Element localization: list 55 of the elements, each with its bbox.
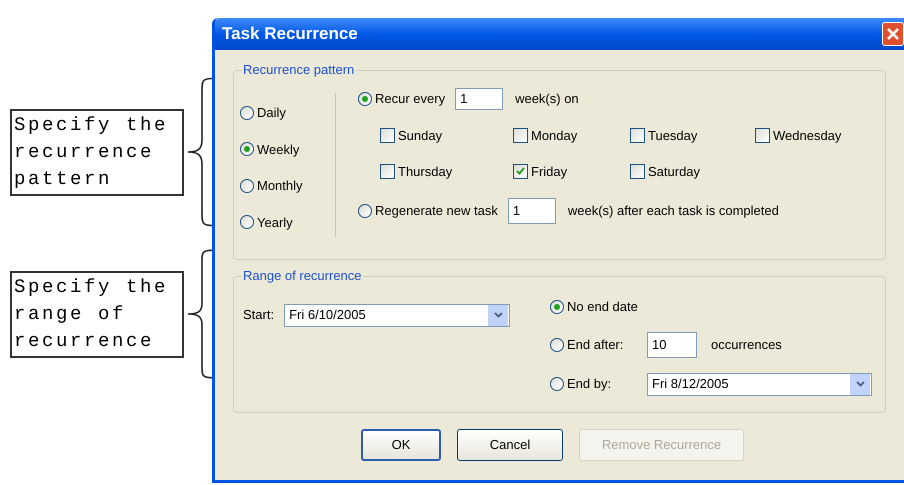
close-button[interactable]	[882, 22, 904, 46]
radio-button[interactable]	[240, 215, 254, 230]
group-legend: Recurrence pattern	[242, 62, 356, 78]
close-icon	[886, 27, 900, 41]
dropdown-button[interactable]	[488, 304, 508, 326]
dialog-button[interactable]: OK	[361, 429, 441, 461]
radio-label: End after:	[567, 336, 624, 354]
checkbox[interactable]	[630, 128, 645, 144]
checkbox[interactable]	[513, 164, 528, 179]
input-field[interactable]: 1	[508, 198, 556, 224]
label: Saturday	[648, 162, 700, 181]
label: Start:	[243, 306, 274, 324]
annotation-callout: Specify the range of recurrence	[10, 270, 184, 358]
radio-label: Recur every	[375, 90, 446, 108]
group-legend: Range of recurrence	[242, 268, 363, 284]
radio-button[interactable]	[240, 178, 254, 193]
radio-button[interactable]	[358, 92, 372, 106]
input-field[interactable]: 10	[647, 332, 697, 358]
label: Sunday	[398, 127, 442, 145]
chevron-down-icon	[856, 381, 864, 387]
input-field[interactable]: 1	[455, 88, 504, 110]
dialog-button[interactable]: Cancel	[457, 429, 563, 461]
radio-button[interactable]	[240, 106, 254, 120]
radio-label: No end date	[567, 298, 638, 316]
window-title: Task Recurrence	[222, 23, 358, 46]
label: occurrences	[711, 336, 782, 354]
radio-button[interactable]	[550, 377, 564, 391]
radio-label: End by:	[567, 375, 612, 394]
radio-label: Monthly	[257, 177, 303, 195]
label: Wednesday	[773, 127, 842, 145]
radio-label: Daily	[257, 104, 286, 122]
checkbox[interactable]	[380, 164, 395, 179]
checkbox[interactable]	[755, 128, 770, 144]
check-icon	[516, 167, 525, 176]
radio-label: Regenerate new task	[375, 202, 498, 220]
date-dropdown[interactable]: Fri 8/12/2005	[647, 372, 872, 396]
radio-button[interactable]	[550, 300, 564, 314]
label: Tuesday	[648, 127, 698, 145]
chevron-down-icon	[494, 312, 503, 318]
radio-label: Yearly	[257, 214, 293, 232]
label: Friday	[531, 162, 568, 181]
label: Thursday	[398, 162, 452, 181]
radio-button[interactable]	[358, 204, 372, 218]
date-dropdown[interactable]: Fri 6/10/2005	[284, 304, 510, 326]
checkbox[interactable]	[380, 128, 395, 144]
radio-button[interactable]	[240, 142, 254, 156]
dropdown-button[interactable]	[850, 374, 870, 394]
label: week(s) after each task is completed	[568, 202, 779, 220]
label: week(s) on	[515, 90, 579, 108]
radio-label: Weekly	[257, 140, 300, 159]
checkbox[interactable]	[513, 128, 528, 144]
radio-button[interactable]	[550, 338, 564, 352]
checkbox[interactable]	[630, 164, 645, 179]
annotation-callout: Specify the recurrence pattern	[10, 108, 184, 196]
label: Monday	[531, 127, 578, 145]
